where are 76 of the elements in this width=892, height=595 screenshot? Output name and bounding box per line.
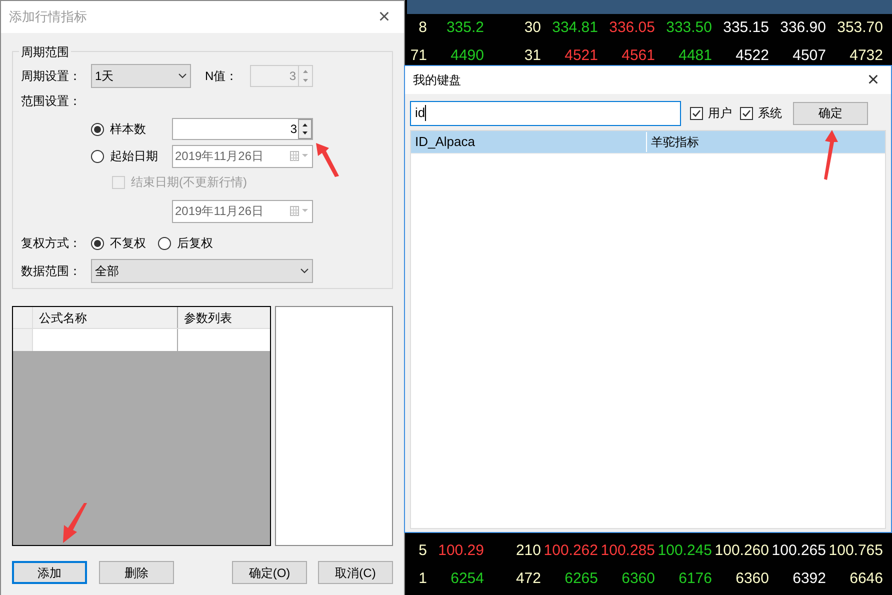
quote-cell-text: 6392	[792, 568, 826, 589]
quote-cell-text: 4732	[848, 46, 883, 66]
quote-cell-text: 100.285	[600, 540, 655, 561]
period-dropdown[interactable]: 1天	[91, 64, 191, 88]
sample-count-field[interactable]: 3	[172, 118, 313, 140]
calendar-icon	[290, 206, 310, 216]
radio-button[interactable]: 后复权	[158, 234, 213, 252]
quote-cell-text: 100.265	[770, 540, 826, 561]
data-range-dropdown[interactable]: 全部	[91, 259, 313, 283]
calendar-icon	[290, 151, 310, 161]
quote-cell-text: 333.50	[665, 18, 712, 38]
quote-cell-text: 4561	[620, 46, 655, 66]
quote-cell-text: 336.90	[779, 18, 826, 38]
pointer-arrow	[61, 503, 87, 543]
radio-button[interactable]: 不复权	[91, 234, 146, 252]
group-title: 周期范围	[19, 43, 71, 61]
quote-cell-text: 6254	[450, 568, 484, 589]
ok-button[interactable]: 确定(O)	[232, 561, 307, 584]
checkbox[interactable]: 系统	[740, 104, 782, 122]
search-field[interactable]: id	[410, 100, 681, 126]
quote-cell-text: 31	[523, 46, 541, 66]
window-title: 我的键盘	[413, 72, 461, 89]
quote-cell-text: 100.260	[714, 540, 769, 561]
field-label: N值：	[205, 68, 239, 85]
chevron-down-icon	[300, 268, 309, 274]
quote-cell-text: 335.15	[722, 18, 769, 38]
list-row[interactable]: ID_Alpaca 羊驼指标	[411, 131, 885, 154]
empty-table-row[interactable]	[13, 329, 270, 352]
cancel-button[interactable]: 取消(C)	[318, 561, 393, 584]
column-header[interactable]: 公式名称	[33, 307, 178, 328]
quote-cell-text: 4490	[450, 46, 484, 66]
quote-cell-text: 336.05	[608, 18, 655, 38]
quote-cell-text: 100.245	[656, 540, 712, 561]
quote-cell-text: 334.81	[551, 18, 598, 38]
quote-cell-text: 1	[418, 568, 427, 589]
quote-cell-text: 6360	[620, 568, 655, 589]
column-header[interactable]: 参数列表	[178, 307, 270, 328]
date-field[interactable]: 2019年11月26日	[172, 200, 313, 222]
quote-cell-text: 6646	[848, 568, 883, 589]
checkbox[interactable]: 用户	[690, 104, 732, 122]
quote-cell-text: 353.70	[836, 18, 883, 38]
quote-cell-text: 4507	[792, 46, 826, 66]
checkmark-icon	[742, 108, 751, 118]
field-label: 数据范围：	[21, 263, 82, 280]
quote-cell-text: 335.2	[445, 18, 484, 38]
quote-cell-text: 4522	[734, 46, 769, 66]
pointer-arrow	[316, 143, 340, 177]
quote-cell-text: 100.765	[828, 540, 883, 561]
close-button[interactable]: ×	[863, 70, 883, 90]
quote-cell-text: 100.29	[437, 540, 484, 561]
quote-cell-text: 30	[523, 18, 541, 38]
quote-cell-text: 71	[409, 46, 427, 66]
quote-cell-text: 6265	[564, 568, 598, 589]
field-label: 范围设置：	[21, 92, 81, 110]
field-label: 周期设置：	[21, 68, 82, 85]
field-label: 复权方式：	[21, 235, 82, 252]
quote-cell-text: 100.262	[542, 540, 598, 561]
add-button[interactable]: 添加	[12, 561, 87, 584]
pointer-arrow	[822, 130, 838, 180]
quote-cell-text: 6360	[734, 568, 769, 589]
quote-cell-text: 5	[418, 540, 427, 561]
quote-cell-text: 210	[514, 540, 541, 561]
quote-cell-text: 6176	[678, 568, 712, 589]
window-title: 添加行情指标	[9, 8, 87, 26]
delete-button[interactable]: 删除	[99, 561, 174, 584]
radio-button[interactable]: 起始日期	[91, 147, 172, 165]
quote-cell-text: 4521	[564, 46, 598, 66]
quote-cell-text: 4481	[678, 46, 712, 66]
date-field[interactable]: 2019年11月26日	[172, 144, 313, 168]
checkmark-icon	[692, 108, 701, 118]
radio-button[interactable]: 样本数	[91, 120, 172, 138]
close-button[interactable]: ×	[374, 7, 394, 27]
chevron-down-icon	[178, 73, 187, 79]
ok-button[interactable]: 确定	[793, 102, 868, 124]
quote-cell-text: 8	[418, 18, 427, 38]
quote-cell-text: 472	[514, 568, 541, 589]
